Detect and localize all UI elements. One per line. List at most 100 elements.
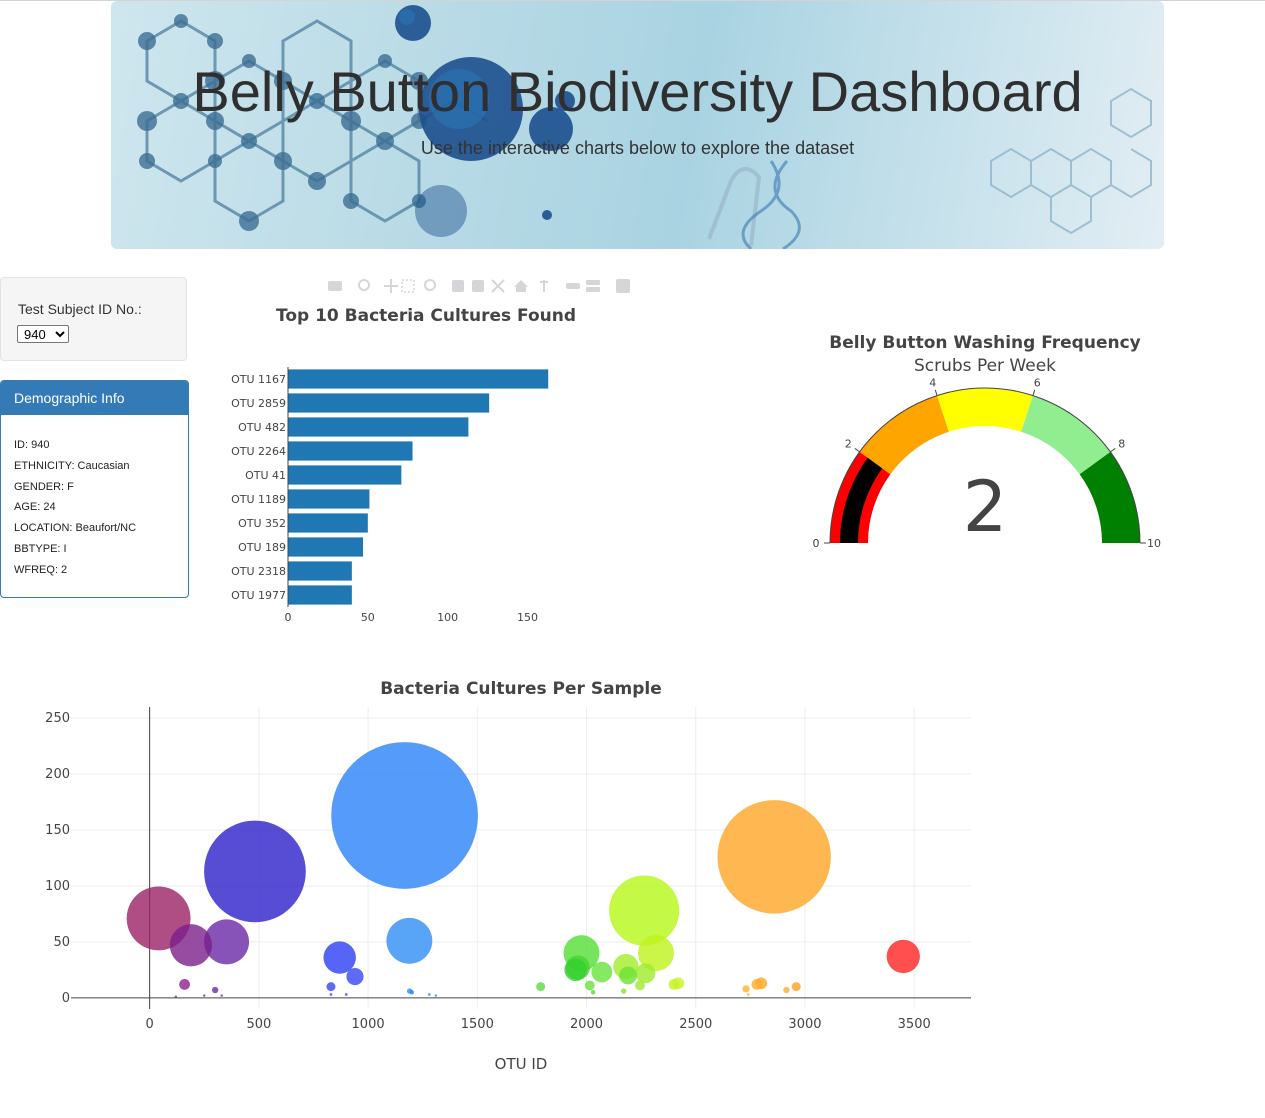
bubble-point [323, 941, 356, 974]
hover-closest-icon[interactable] [566, 283, 580, 289]
gauge-step-2 [937, 388, 1033, 432]
subject-id-dropdown[interactable]: 940 [17, 325, 69, 343]
bar-category-label: OTU 1977 [231, 589, 286, 602]
bar-category-label: OTU 189 [238, 541, 286, 554]
bar-otu-1167 [288, 369, 549, 389]
gauge-tick-label: 10 [1147, 537, 1161, 550]
bar-otu-41 [288, 465, 402, 485]
bubble-chart-title: Bacteria Cultures Per Sample [380, 679, 662, 699]
bar-otu-2264 [288, 441, 413, 461]
gauge-tick-mark [934, 389, 938, 396]
bar-otu-1189 [288, 489, 370, 509]
plotly-logo-icon[interactable] [616, 279, 630, 293]
bubble-x-tick-label: 0 [146, 1017, 154, 1032]
bubble-point [717, 800, 831, 914]
bubble-y-tick-label: 50 [53, 935, 70, 950]
camera-icon[interactable] [328, 281, 342, 291]
pan-icon[interactable] [384, 279, 398, 293]
bubble-point [742, 985, 750, 993]
gauge-tick-mark [1032, 389, 1036, 396]
bar-otu-2859 [288, 393, 490, 413]
bar-category-label: OTU 2318 [231, 565, 286, 578]
demographic-row-location: LOCATION: Beaufort/NC [14, 522, 137, 535]
bubble-point [329, 993, 333, 996]
gauge-value-number: 2 [963, 466, 1008, 548]
zoom-out-icon[interactable] [472, 280, 484, 292]
hover-compare-icon-2[interactable] [586, 287, 600, 292]
bubble-point [609, 875, 680, 946]
page-subtitle: Use the interactive charts below to expl… [420, 138, 855, 158]
bubble-y-tick-label: 250 [45, 711, 70, 726]
demographic-row-id: ID: 940 [14, 439, 50, 451]
bubble-point [620, 988, 627, 994]
box-select-icon[interactable] [401, 279, 415, 293]
bubble-point [346, 968, 364, 986]
bubble-x-axis-title: OTU ID [495, 1055, 548, 1073]
spike-lines-icon[interactable] [540, 280, 548, 292]
bar-x-tick-label: 100 [437, 611, 458, 624]
autoscale-icon[interactable] [491, 279, 505, 293]
bubble-x-tick-label: 1500 [461, 1017, 494, 1032]
hover-compare-icon[interactable] [586, 280, 600, 285]
demographic-info-panel: Demographic Info ID: 940 ETHNICITY: Cauc… [0, 380, 189, 598]
bubble-point [434, 994, 438, 997]
bubble-point [169, 924, 213, 967]
bubble-point [635, 963, 656, 984]
bubble-point [584, 980, 595, 991]
subject-id-label: Test Subject ID No.: [18, 301, 142, 317]
bubble-y-tick-label: 100 [45, 879, 70, 894]
page-title: Belly Button Biodiversity Dashboard [192, 60, 1083, 123]
bubble-point [409, 989, 415, 995]
bacteria-bubble-chart: Bacteria Cultures Per Sample 0 500 1000 1500… [0, 665, 1000, 1100]
header-jumbotron: Belly Button Biodiversity Dashboard Use … [111, 1, 1164, 249]
bubble-point [590, 989, 596, 995]
bar-otu-1977 [288, 585, 352, 605]
molecule-background-image [137, 5, 1152, 249]
bubble-point [619, 966, 638, 985]
bubble-point [220, 994, 223, 997]
bubble-x-tick-label: 2000 [570, 1017, 603, 1032]
bar-category-label: OTU 482 [238, 421, 286, 434]
demographic-row-ethnicity: ETHNICITY: Caucasian [14, 459, 130, 472]
bar-category-label: OTU 352 [238, 517, 286, 530]
gauge-tick-label: 4 [929, 376, 936, 389]
lasso-select-icon[interactable] [424, 279, 436, 291]
bubble-point [886, 939, 920, 974]
bar-otu-352 [288, 513, 368, 533]
bar-otu-189 [288, 537, 364, 557]
bubble-y-tick-label: 200 [45, 767, 70, 782]
bar-chart-svg: Top 10 Bacteria Cultures Found OTU 1167 OT… [231, 306, 576, 624]
bubble-y-tick-label: 0 [62, 991, 70, 1006]
demographic-info-body: ID: 940 ETHNICITY: Caucasian GENDER: F A… [1, 415, 188, 581]
gauge-tick-label: 8 [1118, 438, 1125, 451]
reset-axes-icon[interactable] [514, 280, 528, 292]
bubble-point [326, 982, 336, 992]
bubble-point [635, 980, 646, 991]
bar-x-tick-label: 50 [361, 611, 375, 624]
bubble-point [751, 978, 763, 990]
bar-category-label: OTU 2859 [231, 397, 286, 410]
bubble-point [204, 820, 306, 923]
zoom-in-icon[interactable] [452, 280, 464, 292]
bubble-x-tick-label: 1000 [352, 1017, 385, 1032]
bubble-x-tick-label: 3500 [898, 1017, 931, 1032]
bar-x-tick-label: 150 [517, 611, 538, 624]
gauge-title: Belly Button Washing Frequency [829, 333, 1141, 353]
bubble-point [344, 993, 348, 996]
bubble-point [783, 986, 790, 994]
bar-category-label: OTU 2264 [231, 445, 286, 458]
bubble-y-tick-label: 150 [45, 823, 70, 838]
gauge-tick-mark [854, 447, 860, 453]
bubble-point [427, 993, 431, 996]
gauge-tick-label: 6 [1034, 376, 1041, 389]
bubble-point [386, 917, 433, 964]
demographic-row-wfreq: WFREQ: 2 [14, 563, 68, 576]
gauge-subtitle: Scrubs Per Week [914, 356, 1056, 376]
bar-category-label: OTU 41 [245, 469, 286, 482]
zoom-icon[interactable] [358, 279, 370, 291]
bar-category-label: OTU 1167 [231, 373, 286, 386]
bubble-x-tick-label: 2500 [679, 1017, 712, 1032]
bubble-point [203, 994, 206, 997]
gauge-tick-label: 2 [845, 438, 852, 451]
bubble-point [668, 978, 680, 990]
